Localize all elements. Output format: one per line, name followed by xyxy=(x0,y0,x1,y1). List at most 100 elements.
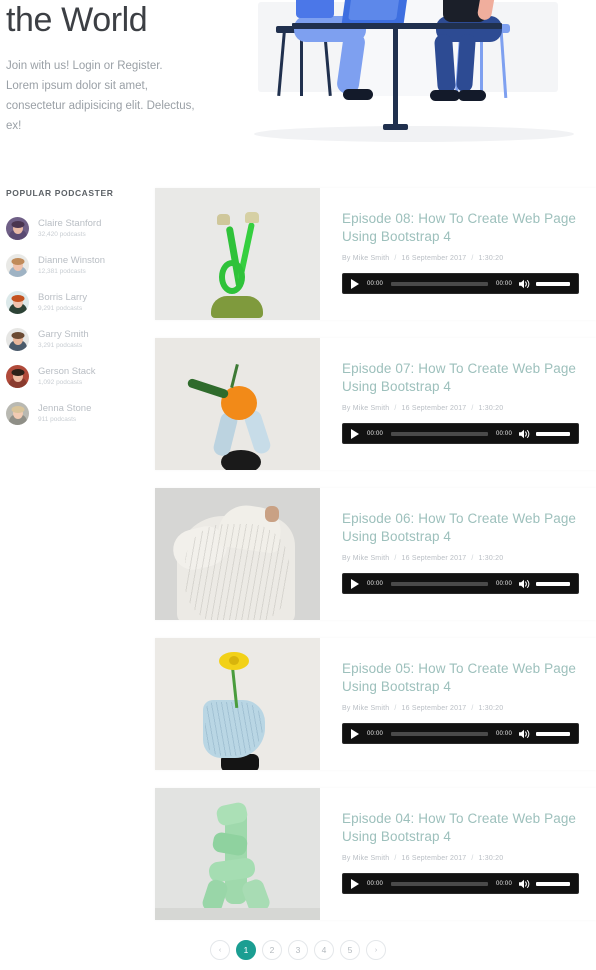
episode-body: Episode 07: How To Create Web Page Using… xyxy=(320,338,596,470)
podcaster-podcast-count: 3,291 podcasts xyxy=(38,342,83,350)
volume-control[interactable] xyxy=(519,429,570,439)
volume-slider[interactable] xyxy=(536,731,570,736)
episode-list: Episode 08: How To Create Web Page Using… xyxy=(155,188,596,938)
episode-card[interactable]: Episode 05: How To Create Web Page Using… xyxy=(155,638,596,770)
play-icon[interactable] xyxy=(351,578,359,589)
episode-card[interactable]: Episode 06: How To Create Web Page Using… xyxy=(155,488,596,620)
podcaster-podcast-count: 32,420 podcasts xyxy=(38,231,86,239)
progress-slider[interactable] xyxy=(391,431,488,436)
progress-slider[interactable] xyxy=(391,281,488,286)
total-time: 00:00 xyxy=(495,580,512,587)
pagination-page-3[interactable]: 3 xyxy=(288,940,308,960)
person-left-shoe xyxy=(343,89,373,100)
episode-title[interactable]: Episode 08: How To Create Web Page Using… xyxy=(342,210,579,246)
volume-icon[interactable] xyxy=(519,279,530,289)
green-abstract-sculpture-thumbnail[interactable] xyxy=(155,788,320,920)
volume-icon[interactable] xyxy=(519,579,530,589)
current-time: 00:00 xyxy=(367,580,384,587)
meta-separator: / xyxy=(471,705,474,712)
podcaster-item[interactable]: Garry Smith 3,291 podcasts xyxy=(0,321,150,358)
avatar-hair xyxy=(11,369,24,376)
episode-card[interactable]: Episode 07: How To Create Web Page Using… xyxy=(155,338,596,470)
episode-meta: By Mike Smith / 16 September 2017 / 1:30:20 xyxy=(342,555,579,562)
two-people-at-table-illustration xyxy=(240,0,596,151)
person-right-shoe-2 xyxy=(458,90,486,101)
audio-player[interactable]: 00:00 00:00 xyxy=(342,573,579,594)
progress-slider[interactable] xyxy=(391,731,488,736)
play-icon[interactable] xyxy=(351,878,359,889)
play-icon[interactable] xyxy=(351,728,359,739)
volume-icon[interactable] xyxy=(519,879,530,889)
white-knit-sweater-thumbnail[interactable] xyxy=(155,488,320,620)
volume-slider[interactable] xyxy=(536,431,570,436)
pagination: ‹ 1 2 3 4 5 › xyxy=(0,940,596,960)
episode-date: 16 September 2017 xyxy=(401,855,467,862)
volume-icon[interactable] xyxy=(519,429,530,439)
avatar xyxy=(6,217,29,240)
episode-card[interactable]: Episode 08: How To Create Web Page Using… xyxy=(155,188,596,320)
podcaster-item[interactable]: Claire Stanford 32,420 podcasts xyxy=(0,210,150,247)
episode-duration: 1:30:20 xyxy=(478,405,504,412)
episode-date: 16 September 2017 xyxy=(401,555,467,562)
orange-on-blue-sculpture-thumbnail[interactable] xyxy=(155,338,320,470)
volume-control[interactable] xyxy=(519,729,570,739)
volume-icon[interactable] xyxy=(519,729,530,739)
episode-title[interactable]: Episode 07: How To Create Web Page Using… xyxy=(342,360,579,396)
podcaster-item[interactable]: Borris Larry 9,291 podcasts xyxy=(0,284,150,321)
pagination-page-4[interactable]: 4 xyxy=(314,940,334,960)
pagination-next-button[interactable]: › xyxy=(366,940,386,960)
yellow-flower-blue-vase-thumbnail[interactable] xyxy=(155,638,320,770)
current-time: 00:00 xyxy=(367,280,384,287)
sprout-flower-left xyxy=(217,214,230,225)
episode-body: Episode 04: How To Create Web Page Using… xyxy=(320,788,596,920)
volume-control[interactable] xyxy=(519,579,570,589)
avatar xyxy=(6,402,29,425)
podcaster-info: Dianne Winston 12,381 podcasts xyxy=(38,255,105,276)
audio-player[interactable]: 00:00 00:00 xyxy=(342,423,579,444)
progress-slider[interactable] xyxy=(391,581,488,586)
volume-control[interactable] xyxy=(519,879,570,889)
volume-slider[interactable] xyxy=(536,581,570,586)
sculpture-floor xyxy=(155,908,320,920)
audio-player[interactable]: 00:00 00:00 xyxy=(342,723,579,744)
green-sprout-sculpture-thumbnail[interactable] xyxy=(155,188,320,320)
episode-card[interactable]: Episode 04: How To Create Web Page Using… xyxy=(155,788,596,920)
meta-separator: / xyxy=(471,255,474,262)
volume-slider[interactable] xyxy=(536,881,570,886)
podcaster-item[interactable]: Jenna Stone 911 podcasts xyxy=(0,395,150,432)
episode-title[interactable]: Episode 05: How To Create Web Page Using… xyxy=(342,660,579,696)
episode-duration: 1:30:20 xyxy=(478,705,504,712)
meta-separator: / xyxy=(471,855,474,862)
play-icon[interactable] xyxy=(351,278,359,289)
episode-author: By Mike Smith xyxy=(342,405,390,412)
episode-title[interactable]: Episode 06: How To Create Web Page Using… xyxy=(342,510,579,546)
episode-author: By Mike Smith xyxy=(342,555,390,562)
avatar-hair xyxy=(11,258,24,265)
current-time: 00:00 xyxy=(367,730,384,737)
podcaster-item[interactable]: Dianne Winston 12,381 podcasts xyxy=(0,247,150,284)
episode-body: Episode 06: How To Create Web Page Using… xyxy=(320,488,596,620)
volume-control[interactable] xyxy=(519,279,570,289)
volume-slider[interactable] xyxy=(536,281,570,286)
knit-texture xyxy=(185,524,289,620)
avatar-hair xyxy=(11,295,24,302)
play-icon[interactable] xyxy=(351,428,359,439)
popular-podcaster-sidebar: POPULAR PODCASTER Claire Stanford 32,420 … xyxy=(0,188,150,432)
audio-player[interactable]: 00:00 00:00 xyxy=(342,273,579,294)
page-title: the World xyxy=(6,1,148,39)
episode-title[interactable]: Episode 04: How To Create Web Page Using… xyxy=(342,810,579,846)
pagination-page-1[interactable]: 1 xyxy=(236,940,256,960)
pagination-page-5[interactable]: 5 xyxy=(340,940,360,960)
audio-player[interactable]: 00:00 00:00 xyxy=(342,873,579,894)
podcaster-info: Claire Stanford 32,420 podcasts xyxy=(38,218,101,239)
progress-slider[interactable] xyxy=(391,881,488,886)
meta-separator: / xyxy=(394,405,397,412)
podcaster-item[interactable]: Gerson Stack 1,092 podcasts xyxy=(0,358,150,395)
podcaster-podcast-count: 911 podcasts xyxy=(38,416,77,424)
pagination-page-2[interactable]: 2 xyxy=(262,940,282,960)
meta-separator: / xyxy=(394,855,397,862)
sprout-flower-right xyxy=(245,212,259,223)
pagination-prev-button[interactable]: ‹ xyxy=(210,940,230,960)
episode-body: Episode 08: How To Create Web Page Using… xyxy=(320,188,596,320)
total-time: 00:00 xyxy=(495,880,512,887)
